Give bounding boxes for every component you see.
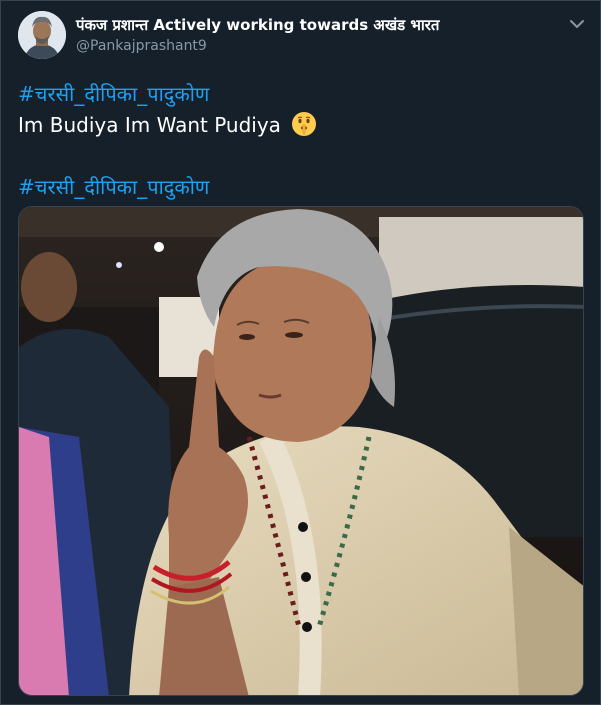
tweet-photo[interactable]	[18, 206, 584, 696]
avatar[interactable]	[18, 11, 66, 59]
user-handle[interactable]: @Pankajprashant9	[76, 38, 207, 54]
tweet-card[interactable]: पंकज प्रशान्त Actively working towards अ…	[0, 0, 601, 705]
photo-image	[19, 207, 583, 695]
hashtag-link[interactable]: #चरसी_दीपिका_पादुकोण	[18, 175, 209, 199]
shushing-face-emoji-icon	[291, 111, 317, 137]
tweet-body-text: Im Budiya Im Want Pudiya	[18, 113, 281, 137]
avatar-image	[18, 11, 66, 59]
tweet-text: #चरसी_दीपिका_पादुकोण Im Budiya Im Want P…	[18, 79, 584, 203]
display-name[interactable]: पंकज प्रशान्त Actively working towards अ…	[76, 15, 439, 35]
chevron-down-icon[interactable]	[568, 15, 586, 33]
hashtag-link[interactable]: #चरसी_दीपिका_पादुकोण	[18, 82, 209, 106]
